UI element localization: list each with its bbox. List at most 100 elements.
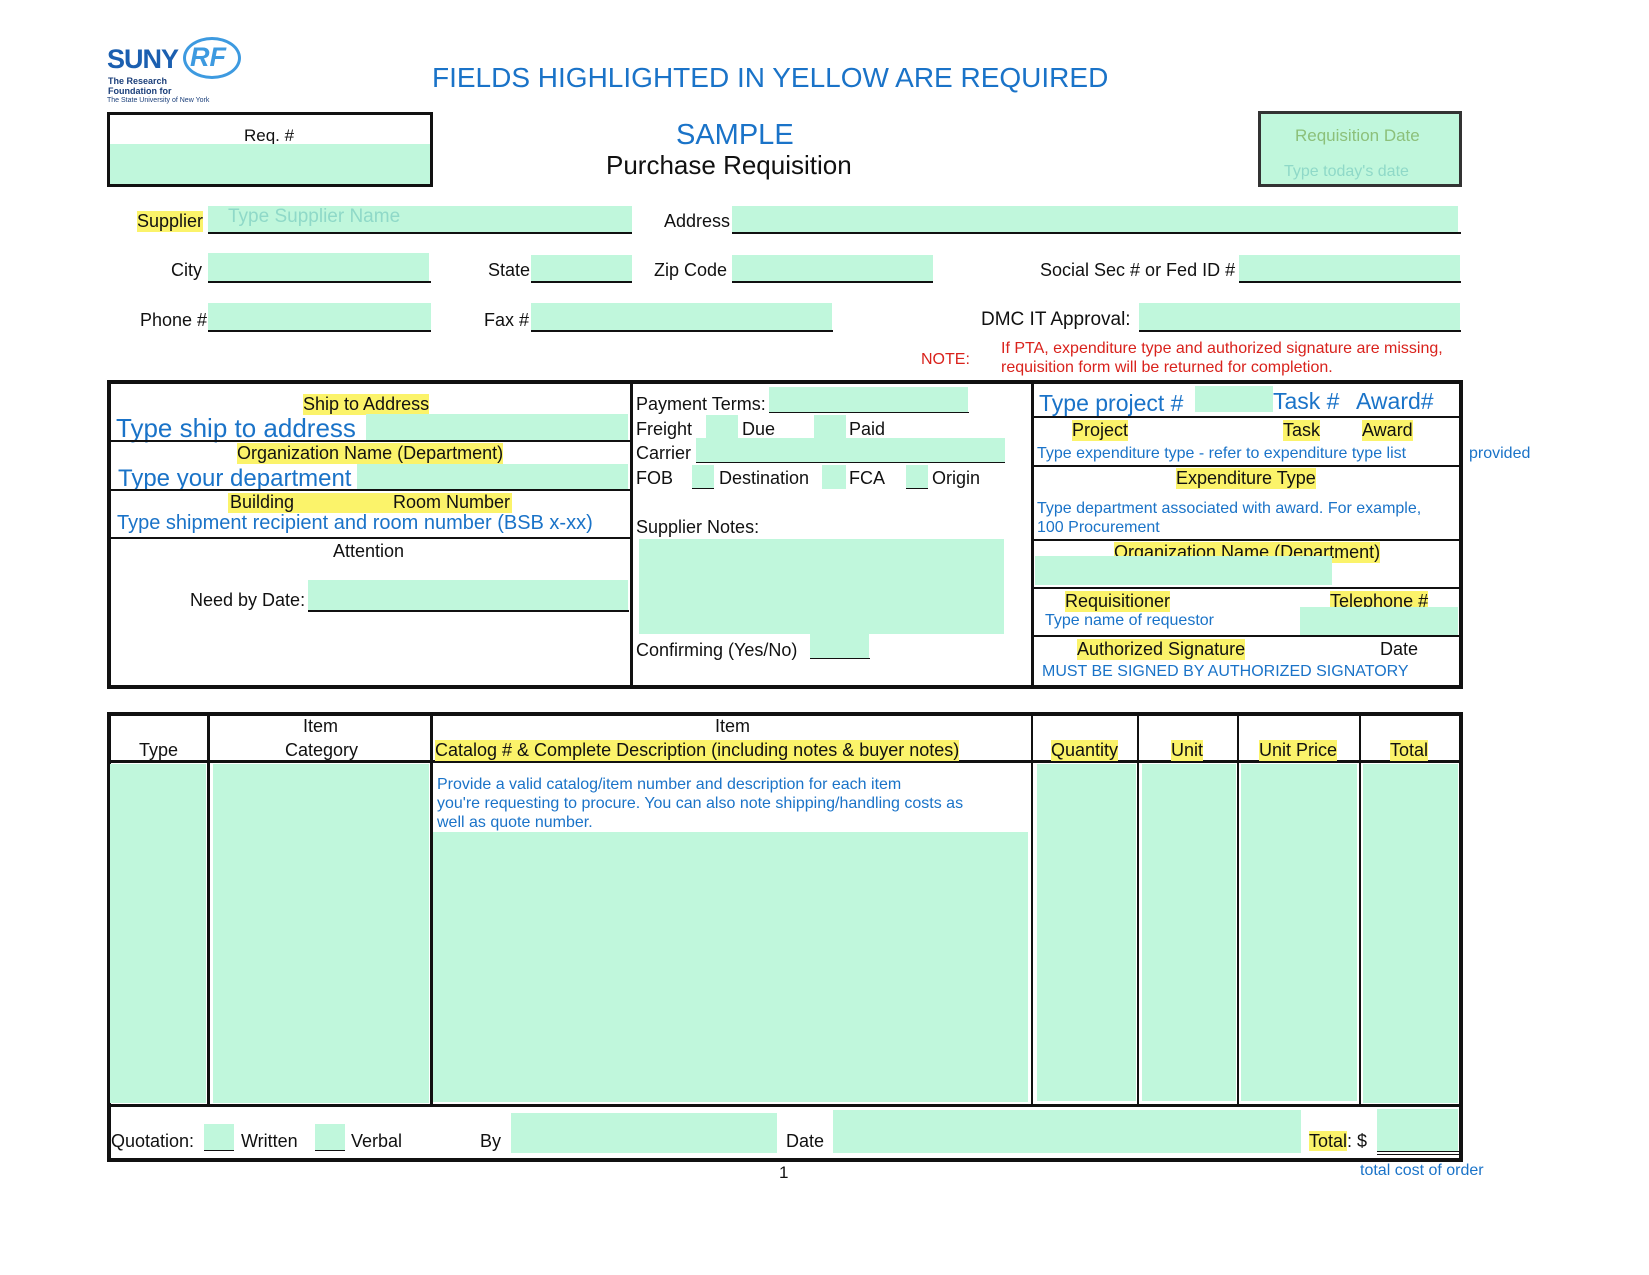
quotation-date-field[interactable]: [833, 1110, 1301, 1153]
quotation-by-field[interactable]: [511, 1113, 777, 1153]
dmc-approval-label: DMC IT Approval:: [981, 309, 1131, 330]
phone-label: Phone #: [140, 310, 208, 330]
dmc-approval-field[interactable]: [1139, 303, 1460, 330]
project-label: Project: [1072, 420, 1129, 441]
description-hint-2: you're requesting to procure. You can al…: [437, 795, 964, 812]
freight-due-label: Due: [742, 419, 776, 439]
award-number-placeholder: Award#: [1356, 388, 1434, 414]
fax-field[interactable]: [531, 303, 832, 330]
project-number-placeholder: Type project #: [1039, 390, 1184, 416]
quotation-by-label: By: [480, 1131, 502, 1151]
requisitioner-label: Requisitioner: [1065, 591, 1171, 612]
item-category-field[interactable]: [213, 764, 429, 1103]
zip-field[interactable]: [732, 255, 933, 281]
item-unit-field[interactable]: [1142, 764, 1236, 1101]
supplier-label: Supplier: [137, 211, 204, 232]
attention-label: Attention: [333, 541, 405, 561]
department-field[interactable]: [357, 464, 628, 489]
freight-due-checkbox[interactable]: [706, 415, 738, 439]
fob-origin-label: Origin: [932, 468, 981, 488]
must-sign-note: MUST BE SIGNED BY AUTHORIZED SIGNATORY: [1042, 663, 1409, 680]
item-quantity-field[interactable]: [1037, 764, 1136, 1101]
address-field[interactable]: [732, 206, 1458, 233]
department-hint-2: 100 Procurement: [1037, 519, 1160, 536]
org-name-label: Organization Name (Department): [237, 443, 504, 464]
phone-field[interactable]: [208, 303, 431, 330]
need-by-date-label: Need by Date:: [190, 590, 306, 610]
col-unit-header: Unit: [1171, 740, 1204, 761]
logo-line-2: Foundation for: [108, 86, 172, 96]
requestor-placeholder: Type name of requestor: [1045, 612, 1214, 629]
quotation-written-label: Written: [241, 1131, 298, 1151]
fob-fca-label: FCA: [849, 468, 885, 488]
telephone-field[interactable]: [1300, 607, 1458, 635]
logo-line-1: The Research: [108, 76, 168, 86]
quotation-label: Quotation:: [111, 1131, 195, 1151]
col-description-header-2: Catalog # & Complete Description (includ…: [435, 740, 960, 761]
item-unit-price-field[interactable]: [1241, 764, 1357, 1101]
fob-fca-checkbox[interactable]: [822, 465, 846, 489]
carrier-label: Carrier: [636, 443, 692, 463]
item-total-field[interactable]: [1363, 764, 1458, 1103]
req-number-label: Req. #: [244, 126, 295, 145]
order-total-field[interactable]: [1377, 1109, 1458, 1152]
expenditure-type-provided: provided: [1469, 445, 1531, 462]
supplier-name-placeholder: Type Supplier Name: [228, 206, 401, 227]
room-number-label: Room Number: [393, 492, 511, 512]
signature-date-label: Date: [1380, 639, 1419, 659]
requisition-date-label: Requisition Date: [1295, 126, 1420, 145]
col-category-header-2: Category: [285, 740, 359, 760]
col-category-header-1: Item: [303, 716, 339, 736]
note-line-1: If PTA, expenditure type and authorized …: [1001, 340, 1443, 357]
freight-paid-label: Paid: [849, 419, 886, 439]
fed-id-label: Social Sec # or Fed ID #: [1040, 260, 1236, 280]
order-total-label: Total: $: [1309, 1131, 1367, 1152]
task-label: Task: [1283, 420, 1321, 441]
item-type-field[interactable]: [110, 764, 206, 1103]
description-hint-3: well as quote number.: [437, 814, 593, 831]
quotation-written-checkbox[interactable]: [204, 1124, 234, 1151]
award-label: Award: [1362, 420, 1413, 441]
fob-origin-checkbox[interactable]: [906, 465, 928, 489]
note-label: NOTE:: [921, 351, 970, 368]
fob-destination-checkbox[interactable]: [692, 465, 714, 489]
total-cost-note: total cost of order: [1360, 1162, 1484, 1179]
city-field[interactable]: [208, 253, 429, 281]
col-total-header: Total: [1390, 740, 1429, 761]
zip-label: Zip Code: [654, 260, 728, 280]
carrier-field[interactable]: [696, 438, 1005, 462]
confirming-field[interactable]: [810, 634, 869, 658]
payment-terms-field[interactable]: [769, 387, 968, 412]
quotation-verbal-checkbox[interactable]: [315, 1124, 345, 1151]
logo-rf-text: RF: [190, 42, 226, 72]
quotation-date-label: Date: [786, 1131, 825, 1151]
col-type-header: Type: [139, 740, 179, 760]
ship-to-label: Ship to Address: [303, 394, 430, 415]
freight-paid-checkbox[interactable]: [814, 415, 846, 439]
need-by-date-field[interactable]: [308, 580, 628, 610]
logo-suny-text: SUNY: [107, 44, 179, 74]
sample-title: SAMPLE: [676, 119, 794, 151]
city-label: City: [171, 260, 202, 280]
authorized-signature-label: Authorized Signature: [1077, 639, 1246, 660]
page-title: Purchase Requisition: [606, 150, 852, 180]
project-number-field[interactable]: [1195, 386, 1273, 412]
req-number-field[interactable]: [110, 144, 430, 184]
pta-org-name-field[interactable]: [1035, 556, 1332, 585]
confirming-label: Confirming (Yes/No): [636, 640, 798, 660]
item-description-field[interactable]: [433, 832, 1028, 1102]
recipient-placeholder: Type shipment recipient and room number …: [117, 512, 593, 534]
supplier-notes-label: Supplier Notes:: [636, 517, 760, 537]
logo-line-3: The State University of New York: [107, 97, 210, 104]
address-label: Address: [664, 211, 731, 231]
state-field[interactable]: [531, 255, 632, 281]
fed-id-field[interactable]: [1239, 255, 1460, 281]
fax-label: Fax #: [484, 310, 530, 330]
note-line-2: requisition form will be returned for co…: [1001, 359, 1333, 376]
expenditure-type-label: Expenditure Type: [1176, 468, 1316, 489]
supplier-notes-field[interactable]: [639, 539, 1004, 634]
building-label: Building: [230, 492, 295, 512]
ship-to-field[interactable]: [366, 414, 628, 440]
freight-label: Freight: [636, 419, 693, 439]
department-hint-1: Type department associated with award. F…: [1037, 500, 1422, 517]
